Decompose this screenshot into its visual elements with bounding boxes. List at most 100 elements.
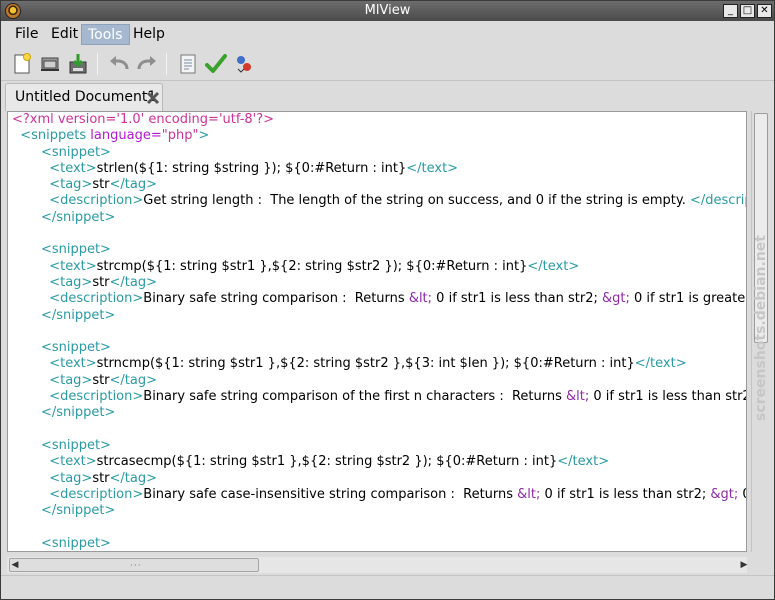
scroll-left-arrow-icon[interactable]: ◀ [7, 557, 23, 573]
code-token: <tag> [49, 274, 93, 290]
code-token: <snippet> [40, 535, 111, 551]
code-token: <description> [49, 291, 144, 307]
toolbar-separator [166, 53, 167, 75]
code-line[interactable]: <text>strncmp(${1: string $str1 },${2: s… [12, 356, 746, 372]
code-token: <?xml version='1.0' encoding='utf-8'?> [12, 112, 275, 127]
status-bar [1, 575, 774, 599]
code-line[interactable]: <tag>str</tag> [12, 372, 746, 389]
code-token: </text> [634, 356, 687, 372]
code-token: <tag> [49, 470, 93, 486]
window-title: MlView [364, 3, 411, 18]
code-line[interactable] [12, 324, 746, 340]
code-line[interactable] [12, 519, 746, 535]
code-line[interactable]: <tag>str</tag> [12, 274, 746, 291]
code-line[interactable]: <text>strcmp(${1: string $str1 },${2: st… [12, 259, 746, 275]
code-token: </tag> [109, 470, 158, 486]
code-content[interactable]: <?xml version='1.0' encoding='utf-8'?> <… [12, 112, 747, 551]
code-line[interactable]: <snippet> [12, 438, 746, 454]
menu-file[interactable]: File [9, 24, 44, 45]
code-token: <snippet> [40, 340, 111, 356]
code-line[interactable]: <snippet> [12, 340, 746, 356]
code-line[interactable]: <snippet> [12, 242, 746, 258]
code-token: <text> [49, 454, 97, 470]
close-icon[interactable] [146, 91, 160, 105]
code-token: &lt; [408, 291, 433, 307]
redo-icon[interactable] [135, 52, 159, 76]
code-token: strcasecmp(${1: string $str1 },${2: stri… [96, 454, 558, 470]
maximize-button[interactable]: □ [740, 4, 755, 18]
code-line[interactable]: <description>Binary safe string comparis… [12, 389, 747, 405]
code-token: 0 if str1 [738, 487, 746, 502]
code-line[interactable]: </snippet> [12, 503, 746, 519]
code-token: </snippet> [40, 209, 116, 225]
close-window-button[interactable]: ✕ [757, 4, 772, 18]
toolbar-separator [97, 53, 98, 75]
code-line[interactable]: </snippet> [12, 405, 746, 421]
code-token: 0 if str1 is less than str2; [589, 389, 747, 405]
code-line[interactable]: <snippets language="php"> [12, 128, 746, 144]
menu-edit[interactable]: Edit [45, 24, 84, 45]
validate-checkmark-icon[interactable] [204, 52, 228, 76]
menu-tools[interactable]: Tools [81, 24, 130, 45]
code-token: </snippet> [40, 503, 116, 519]
minimize-button[interactable]: _ [723, 4, 738, 18]
scrollbar-grip: ··· [130, 561, 142, 571]
undo-icon[interactable] [107, 52, 131, 76]
code-token: 0 if str1 is greater than str2 [634, 291, 747, 307]
code-token: &gt; [710, 486, 739, 502]
code-line[interactable]: <description>Get string length : The len… [12, 193, 746, 209]
code-line[interactable]: <tag>str</tag> [12, 470, 746, 487]
new-document-icon[interactable] [10, 52, 34, 76]
title-bar[interactable]: MlView _ □ ✕ [1, 1, 774, 21]
code-token: <snippet> [40, 242, 111, 258]
code-token: Binary safe string comparison of the fir… [143, 389, 567, 405]
properties-icon[interactable] [176, 52, 200, 76]
code-token: <description> [49, 389, 144, 405]
horizontal-scrollbar-thumb[interactable]: ··· [9, 558, 259, 572]
code-line[interactable]: <description>Binary safe string comparis… [12, 291, 747, 307]
code-line[interactable]: <tag>str</tag> [12, 177, 746, 193]
code-token: <description> [49, 486, 144, 502]
code-line[interactable]: <text>strlen(${1: string $string }); ${0… [12, 160, 746, 177]
horizontal-scrollbar[interactable]: ··· [7, 557, 747, 573]
toolbar [1, 47, 774, 81]
save-icon[interactable] [66, 52, 90, 76]
code-line[interactable]: <snippet> [12, 145, 746, 161]
tab-untitled-document1[interactable]: Untitled Document1 [5, 83, 163, 111]
menu-help[interactable]: Help [127, 24, 171, 45]
scroll-right-arrow-icon[interactable]: ▶ [736, 557, 752, 573]
code-line[interactable]: </snippet> [12, 308, 746, 324]
code-token: Binary safe string comparison : Returns [143, 291, 409, 307]
code-token: <tag> [49, 177, 93, 193]
code-line[interactable]: </snippet> [12, 209, 746, 226]
code-line[interactable] [12, 422, 746, 438]
code-token: <snippets [20, 128, 91, 144]
code-line[interactable] [12, 226, 746, 242]
code-line[interactable]: <description>Binary safe case-insensitiv… [12, 486, 746, 503]
code-line[interactable]: <?xml version='1.0' encoding='utf-8'?> [12, 112, 746, 128]
code-token: <description> [49, 193, 144, 209]
code-line[interactable]: <snippet> [12, 535, 746, 551]
transform-icon[interactable] [232, 52, 256, 76]
open-folder-icon[interactable] [38, 52, 62, 76]
code-line[interactable]: <text>strcasecmp(${1: string $str1 },${2… [12, 454, 746, 470]
code-token: <text> [49, 356, 97, 372]
watermark: screenshots.debian.net [753, 235, 769, 421]
code-token: </tag> [109, 372, 158, 388]
code-token: </tag> [109, 177, 158, 193]
code-token: strlen(${1: string $string }); ${0:#Retu… [96, 160, 407, 176]
xml-editor[interactable]: <?xml version='1.0' encoding='utf-8'?> <… [7, 111, 747, 552]
code-token: str [92, 274, 110, 290]
tab-label: Untitled Document1 [15, 89, 157, 105]
